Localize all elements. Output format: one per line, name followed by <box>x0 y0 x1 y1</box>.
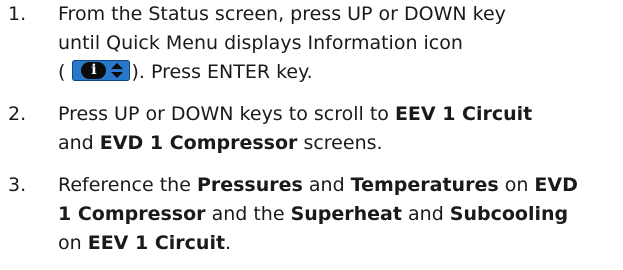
step-3-line-2-and: and <box>401 203 450 225</box>
term-pressures: Pressures <box>196 174 303 196</box>
term-1-compressor: 1 Compressor <box>58 203 206 225</box>
step-3-line-1-text: Reference the <box>58 174 197 196</box>
step-3-number: 3. <box>8 174 27 196</box>
step-2-line-1-text: Press UP or DOWN keys to scroll to <box>58 103 395 125</box>
step-2-text: Press UP or DOWN keys to scroll to EEV 1… <box>58 100 618 158</box>
step-3-line-3: on EEV 1 Circuit. <box>58 229 618 258</box>
information-icon: i <box>72 60 131 81</box>
step-1-line-2: until Quick Menu displays Information ic… <box>58 32 463 54</box>
step-3-line-1: Reference the Pressures and Temperatures… <box>58 171 618 200</box>
info-letter: i <box>91 62 97 78</box>
info-circle-icon: i <box>81 62 107 79</box>
term-superheat: Superheat <box>290 203 402 225</box>
step-2-number: 2. <box>8 103 27 125</box>
step-3-line-2-and-the: and the <box>205 203 291 225</box>
step-1-number: 1. <box>8 3 27 25</box>
term-evd-1-compressor: EVD 1 Compressor <box>99 132 298 154</box>
term-evd: EVD <box>534 174 578 196</box>
step-2-line-2: and EVD 1 Compressor screens. <box>58 129 618 158</box>
step-3-line-3-on: on <box>58 232 88 254</box>
step-2-line-1: Press UP or DOWN keys to scroll to EEV 1… <box>58 100 618 129</box>
up-down-arrows-icon <box>110 62 124 79</box>
step-1-text: From the Status screen, press UP or DOWN… <box>58 0 618 87</box>
step-1-line-3-end: ). Press ENTER key. <box>131 61 313 83</box>
step-1-paren-open: ( <box>58 61 66 83</box>
term-eev-1-circuit-2: EEV 1 Circuit <box>87 232 226 254</box>
step-2-line-2-end: screens. <box>297 132 383 154</box>
step-3-text: Reference the Pressures and Temperatures… <box>58 171 618 258</box>
term-eev-1-circuit: EEV 1 Circuit <box>394 103 533 125</box>
term-subcooling: Subcooling <box>449 203 569 225</box>
step-2-line-2-text: and <box>58 132 100 154</box>
step-3-line-1-on: on <box>498 174 535 196</box>
step-3-line-3-end: . <box>225 232 232 254</box>
step-1-line-3: ( i ). Press ENTER key. <box>58 58 618 87</box>
term-temperatures: Temperatures <box>350 174 499 196</box>
step-3-line-2: 1 Compressor and the Superheat and Subco… <box>58 200 618 229</box>
step-1-line-1: From the Status screen, press UP or DOWN… <box>58 3 506 25</box>
step-3-line-1-and: and <box>302 174 351 196</box>
